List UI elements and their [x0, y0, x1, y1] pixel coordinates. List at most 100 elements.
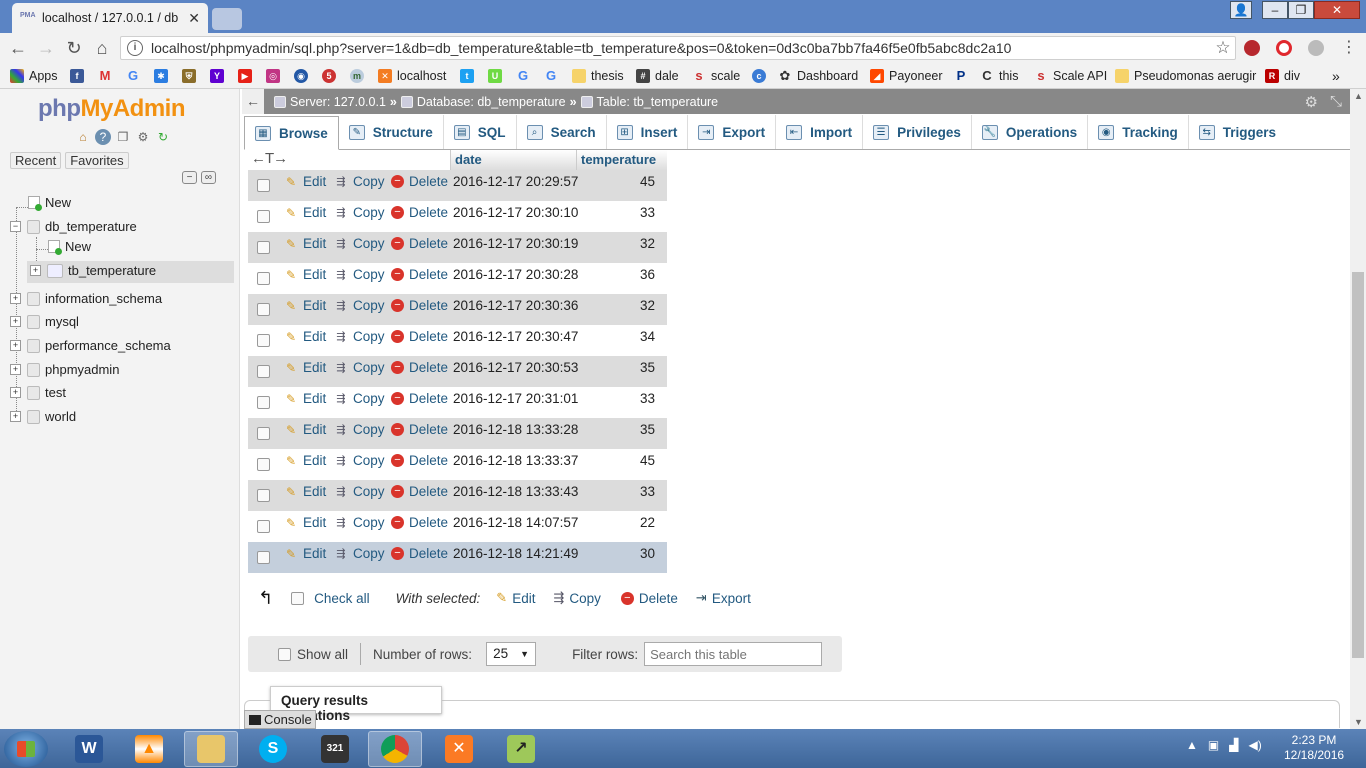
row-copy-button[interactable]: ⇶ Copy — [334, 391, 384, 406]
bookmark-google-2[interactable]: G — [516, 67, 535, 85]
taskbar-arduino[interactable]: ↗ — [494, 731, 548, 767]
tab-import[interactable]: ⇤ Import — [776, 115, 864, 149]
row-checkbox[interactable] — [257, 551, 270, 564]
bookmark-thesis[interactable]: thesis — [572, 67, 624, 85]
browser-tab-active[interactable]: PMA localhost / 127.0.0.1 / db ✕ — [12, 3, 208, 33]
cell-date[interactable]: 2016-12-17 20:30:47 — [453, 329, 578, 344]
row-delete-button[interactable]: − Delete — [391, 546, 448, 561]
cell-temperature[interactable]: 32 — [640, 298, 655, 313]
row-delete-button[interactable]: − Delete — [391, 484, 448, 499]
show-all-checkbox[interactable] — [278, 647, 291, 661]
cell-temperature[interactable]: 32 — [640, 236, 655, 251]
cell-temperature[interactable]: 33 — [640, 484, 655, 499]
tab-browse[interactable]: ▦ Browse — [244, 116, 339, 150]
cell-temperature[interactable]: 45 — [640, 453, 655, 468]
settings-gear-icon[interactable]: ⚙ — [1305, 93, 1318, 111]
cell-temperature[interactable]: 35 — [640, 360, 655, 375]
bulk-copy-button[interactable]: Copy — [569, 591, 601, 606]
column-width-arrows-icon[interactable]: ←T→ — [251, 150, 288, 167]
row-checkbox[interactable] — [257, 489, 270, 502]
row-delete-button[interactable]: − Delete — [391, 422, 448, 437]
bookmark-puzzle[interactable]: ✱ — [154, 67, 173, 85]
tab-tracking[interactable]: ◉ Tracking — [1088, 115, 1189, 149]
tab-structure[interactable]: ✎ Structure — [339, 115, 444, 149]
user-profile-button[interactable]: 👤 — [1230, 1, 1252, 19]
row-edit-button[interactable]: ✎ Edit — [284, 298, 326, 313]
tree-performance-schema[interactable]: + performance_schema — [10, 338, 171, 353]
row-copy-button[interactable]: ⇶ Copy — [334, 422, 384, 437]
scroll-down-icon[interactable]: ▼ — [1354, 717, 1363, 727]
home-icon[interactable]: ⌂ — [89, 36, 115, 60]
bookmark-apps[interactable]: Apps — [10, 67, 58, 85]
bookmark-pseudomonas[interactable]: Pseudomonas aerugir — [1115, 67, 1256, 85]
cell-temperature[interactable]: 33 — [640, 391, 655, 406]
taskbar-skype[interactable]: S — [246, 731, 300, 767]
expand-icon[interactable]: + — [10, 316, 21, 327]
row-copy-button[interactable]: ⇶ Copy — [334, 546, 384, 561]
table-row[interactable]: ✎ Edit ⇶ Copy − Delete 2016-12-17 20:31:01 33 — [248, 387, 667, 418]
row-edit-button[interactable]: ✎ Edit — [284, 267, 326, 282]
cell-temperature[interactable]: 35 — [640, 422, 655, 437]
row-delete-button[interactable]: − Delete — [391, 205, 448, 220]
row-checkbox[interactable] — [257, 179, 270, 192]
number-of-rows-select[interactable]: 25 ▼ — [486, 642, 537, 666]
home-icon[interactable]: ⌂ — [75, 129, 91, 145]
bulk-delete-button[interactable]: Delete — [639, 591, 678, 606]
row-copy-button[interactable]: ⇶ Copy — [334, 484, 384, 499]
bookmark-div[interactable]: R div — [1265, 67, 1300, 85]
taskbar-word[interactable]: W — [62, 731, 116, 767]
show-all-label[interactable]: Show all — [297, 647, 348, 662]
row-checkbox[interactable] — [257, 520, 270, 533]
taskbar-chrome[interactable] — [368, 731, 422, 767]
tree-phpmyadmin[interactable]: + phpmyadmin — [10, 362, 119, 377]
bulk-export-button[interactable]: Export — [712, 591, 751, 606]
breadcrumb-table[interactable]: Table: tb_temperature — [580, 95, 718, 109]
table-row[interactable]: ✎ Edit ⇶ Copy − Delete 2016-12-17 20:30:47 34 — [248, 325, 667, 356]
cell-temperature[interactable]: 22 — [640, 515, 655, 530]
table-row[interactable]: ✎ Edit ⇶ Copy − Delete 2016-12-17 20:30:53 35 — [248, 356, 667, 387]
row-edit-button[interactable]: ✎ Edit — [284, 422, 326, 437]
ublock-extension-icon[interactable] — [1244, 40, 1260, 56]
maximize-button[interactable]: ❐ — [1288, 1, 1314, 19]
window-close-button[interactable]: ✕ — [1314, 1, 1360, 19]
row-checkbox[interactable] — [257, 272, 270, 285]
system-clock[interactable]: 2:23 PM 12/18/2016 — [1284, 733, 1344, 763]
bookmark-upwork[interactable]: U — [488, 67, 507, 85]
browser-menu-icon[interactable]: ⋮ — [1336, 36, 1362, 60]
collapse-icon[interactable]: − — [10, 221, 21, 232]
bulk-edit-button[interactable]: Edit — [512, 591, 535, 606]
column-header-temperature[interactable]: temperature — [576, 150, 667, 170]
network-signal-icon[interactable]: ▟ — [1229, 738, 1238, 752]
collapse-nav-arrow-icon[interactable]: ← — [242, 89, 264, 114]
address-bar[interactable]: i localhost/phpmyadmin/sql.php?server=1&… — [120, 36, 1236, 60]
bookmark-gmail[interactable]: M — [98, 67, 117, 85]
address-url[interactable]: localhost/phpmyadmin/sql.php?server=1&db… — [151, 40, 1211, 56]
table-row[interactable]: ✎ Edit ⇶ Copy − Delete 2016-12-17 20:30:36 32 — [248, 294, 667, 325]
bookmark-google-1[interactable]: G — [126, 67, 145, 85]
row-checkbox[interactable] — [257, 427, 270, 440]
row-copy-button[interactable]: ⇶ Copy — [334, 360, 384, 375]
bookmark-instagram[interactable]: ◎ — [266, 67, 285, 85]
volume-icon[interactable]: ◀) — [1248, 738, 1261, 752]
taskbar-xampp[interactable]: ✕ — [432, 731, 486, 767]
bookmarks-overflow-icon[interactable]: » — [1332, 67, 1340, 85]
show-hidden-icons-icon[interactable]: ▲ — [1186, 738, 1198, 752]
cell-date[interactable]: 2016-12-17 20:30:53 — [453, 360, 578, 375]
cell-temperature[interactable]: 36 — [640, 267, 655, 282]
row-edit-button[interactable]: ✎ Edit — [284, 484, 326, 499]
favorites-tab[interactable]: Favorites — [65, 152, 129, 169]
taskbar-explorer[interactable] — [184, 731, 238, 767]
row-delete-button[interactable]: − Delete — [391, 391, 448, 406]
bookmark-google-3[interactable]: G — [544, 67, 563, 85]
link-with-main-icon[interactable]: ∞ — [201, 171, 216, 184]
bookmark-yahoo[interactable]: Y — [210, 67, 229, 85]
row-checkbox[interactable] — [257, 210, 270, 223]
expand-icon[interactable]: + — [10, 364, 21, 375]
bookmark-ms[interactable]: m — [350, 67, 369, 85]
row-delete-button[interactable]: − Delete — [391, 360, 448, 375]
row-copy-button[interactable]: ⇶ Copy — [334, 267, 384, 282]
phpmyadmin-logo[interactable]: phpMyAdmin — [38, 95, 185, 123]
row-delete-button[interactable]: − Delete — [391, 329, 448, 344]
row-delete-button[interactable]: − Delete — [391, 236, 448, 251]
tree-new-database[interactable]: New — [28, 195, 71, 211]
